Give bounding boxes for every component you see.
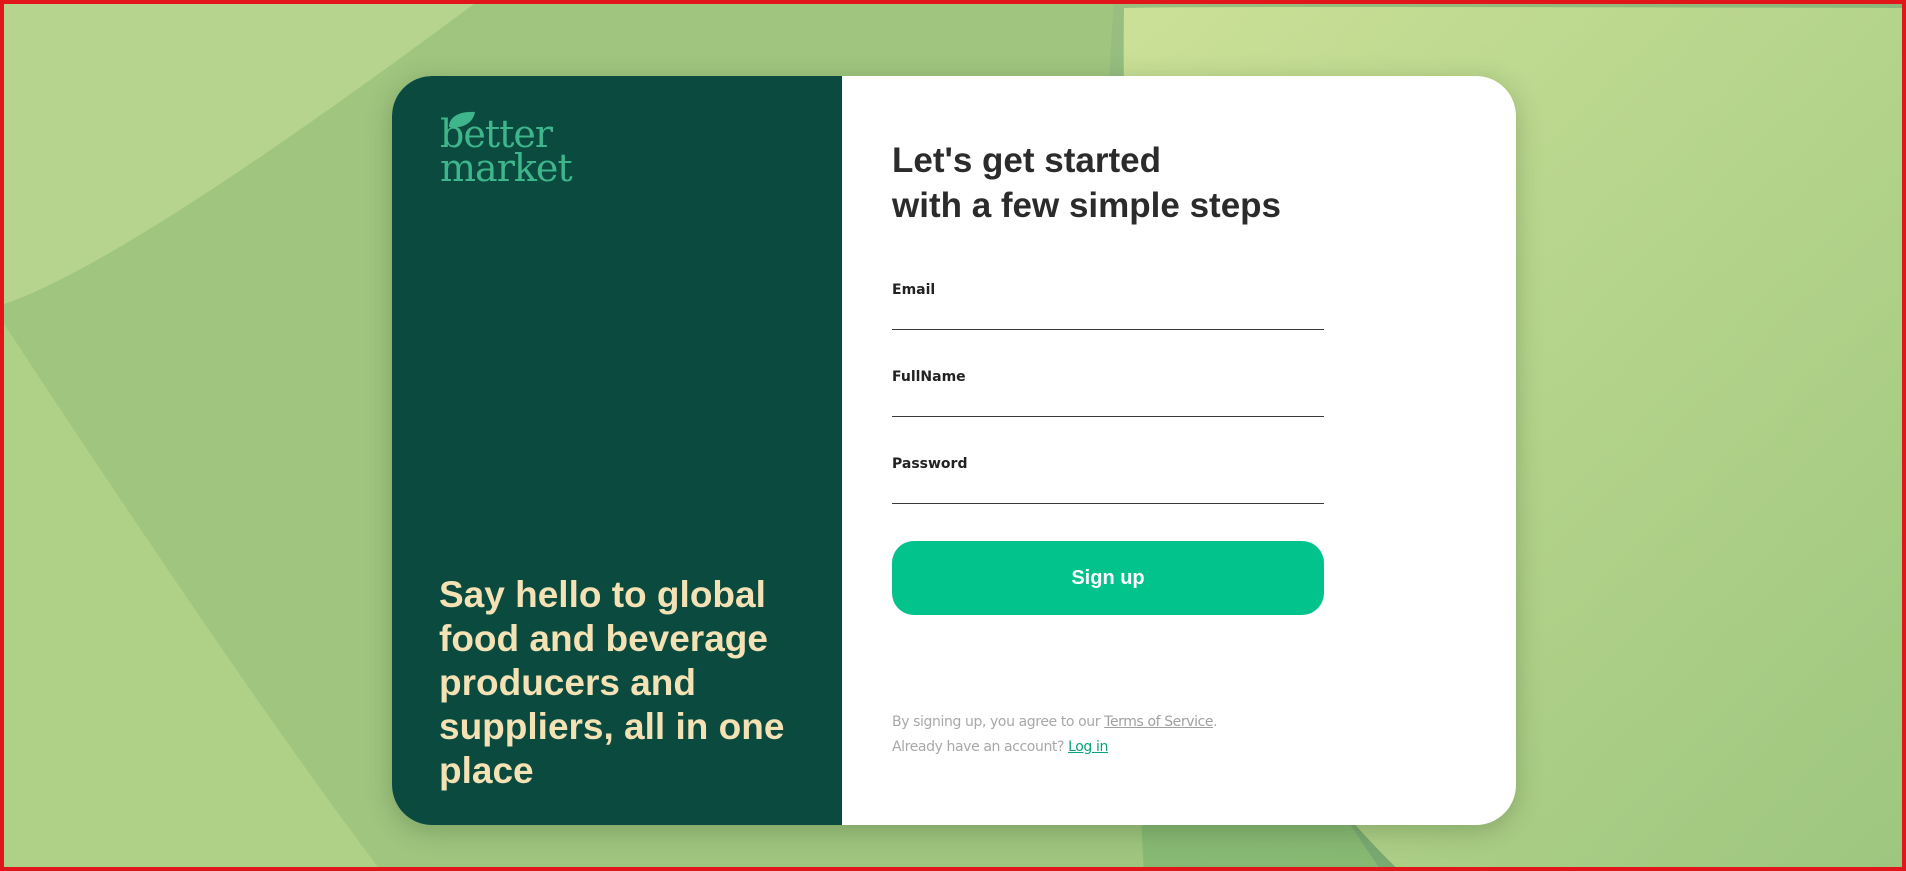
email-field-group: Email <box>892 282 1324 332</box>
fullname-label: FullName <box>892 369 966 385</box>
password-field-group: Password <box>892 456 1324 506</box>
heading-line-1: Let's get started <box>892 141 1161 180</box>
form-heading: Let's get started with a few simple step… <box>892 138 1281 228</box>
login-line: Already have an account? Log in <box>892 735 1217 760</box>
heading-line-2: with a few simple steps <box>892 186 1281 225</box>
login-prefix: Already have an account? <box>892 739 1069 755</box>
terms-prefix: By signing up, you agree to our <box>892 714 1105 730</box>
email-input[interactable] <box>892 304 1324 330</box>
brand-tagline: Say hello to global food and beverage pr… <box>439 574 785 791</box>
terms-suffix: . <box>1213 714 1218 730</box>
brand-panel: better market Say hello to global food a… <box>392 76 842 825</box>
fullname-field-group: FullName <box>892 369 1324 419</box>
legal-text: By signing up, you agree to our Terms of… <box>892 710 1218 760</box>
signup-form-panel: Let's get started with a few simple step… <box>842 76 1516 825</box>
sign-up-button[interactable]: Sign up <box>892 541 1324 615</box>
fullname-input[interactable] <box>892 391 1324 417</box>
signup-card: better market Say hello to global food a… <box>392 76 1516 825</box>
logo-text-market: market <box>440 146 573 190</box>
terms-line: By signing up, you agree to our Terms of… <box>892 710 1218 735</box>
better-market-logo: better market <box>440 111 590 196</box>
terms-of-service-link[interactable]: Terms of Service <box>1104 714 1213 730</box>
password-input[interactable] <box>892 478 1324 504</box>
password-label: Password <box>892 456 968 472</box>
email-label: Email <box>892 282 936 298</box>
log-in-link[interactable]: Log in <box>1068 739 1108 755</box>
